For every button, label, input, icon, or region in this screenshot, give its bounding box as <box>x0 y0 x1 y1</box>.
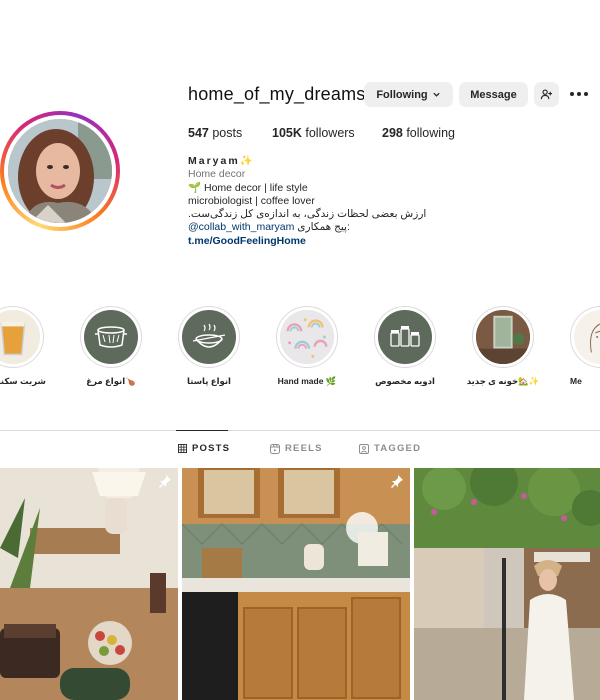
highlight-item[interactable]: Hand made 🌿 <box>276 306 338 386</box>
chevron-down-icon <box>433 92 440 97</box>
sketch-portrait-icon <box>574 310 600 364</box>
highlight-item[interactable]: انواع مرغ🍗 <box>80 306 142 386</box>
tab-posts-label: POSTS <box>192 443 231 454</box>
followers-count[interactable]: 105K followers <box>272 126 355 140</box>
following-button[interactable]: Following <box>364 82 453 107</box>
highlight-label: انواع پاستا <box>187 376 231 386</box>
following-count[interactable]: 298 following <box>382 126 455 140</box>
post-tile[interactable] <box>182 468 410 700</box>
more-options-icon[interactable] <box>570 88 588 100</box>
tab-tagged[interactable]: TAGGED <box>359 443 421 454</box>
tagged-icon <box>359 443 369 454</box>
highlight-item[interactable]: Me <box>570 306 600 386</box>
following-button-label: Following <box>376 88 428 101</box>
tab-tagged-label: TAGGED <box>374 443 422 454</box>
highlight-label: Hand made 🌿 <box>277 376 337 386</box>
spice-jars-icon <box>378 310 432 364</box>
highlight-item[interactable]: شربت سکنجبین <box>0 306 46 386</box>
profile-display-name: Maryam✨ <box>188 155 255 167</box>
post-image <box>414 468 600 700</box>
highlight-label: انواع مرغ🍗 <box>86 376 136 386</box>
message-button-label: Message <box>470 88 517 101</box>
suggested-accounts-button[interactable] <box>534 82 559 107</box>
post-tile[interactable] <box>414 468 600 700</box>
highlight-label: خونه ی جدید🏡✨ <box>466 376 540 386</box>
highlight-label: ادویه مخصوص <box>375 376 435 386</box>
avatar-ring-gap <box>4 115 116 227</box>
profile-bio: Maryam✨ Home decor 🌱 Home decor | life s… <box>188 155 426 248</box>
pasta-bowl-icon <box>182 310 236 364</box>
highlight-label: شربت سکنجبین <box>0 376 46 386</box>
tab-posts[interactable]: POSTS <box>178 443 230 454</box>
collab-mention-link[interactable]: @collab_with_maryam <box>188 221 294 233</box>
highlight-item[interactable]: خونه ی جدید🏡✨ <box>467 306 539 386</box>
tab-reels[interactable]: REELS <box>270 443 323 454</box>
rainbow-pattern-icon <box>280 310 334 364</box>
highlight-item[interactable]: انواع پاستا <box>178 306 240 386</box>
highlight-label: Me <box>570 376 582 386</box>
add-user-icon <box>540 89 553 100</box>
profile-category: Home decor <box>188 168 246 181</box>
post-image <box>0 468 178 700</box>
post-image <box>182 468 410 700</box>
highlight-item[interactable]: ادویه مخصوص <box>374 306 436 386</box>
avatar-photo <box>8 119 112 223</box>
bio-line-4-prefix: پیج همکاری: <box>297 221 350 234</box>
pin-icon <box>391 475 403 488</box>
bio-line-1: 🌱 Home decor | life style <box>188 181 308 194</box>
profile-external-link[interactable]: t.me/GoodFeelingHome <box>188 235 426 248</box>
tab-reels-label: REELS <box>285 443 323 454</box>
tabs-divider <box>0 430 600 431</box>
posts-count: 547 posts <box>188 126 243 140</box>
active-tab-indicator <box>176 430 228 431</box>
bio-line-2: microbiologist | coffee lover <box>188 194 315 207</box>
bio-line-3: ارزش بعضی لحظات زندگی، به اندازه‌ی کل زن… <box>188 208 427 221</box>
bio-line-4: @collab_with_maryam پیج همکاری: <box>188 221 426 234</box>
post-tile[interactable] <box>0 468 178 700</box>
profile-username: home_of_my_dreams__ <box>188 84 386 104</box>
pot-icon <box>84 310 138 364</box>
grid-icon <box>178 444 187 453</box>
profile-avatar[interactable] <box>0 111 120 231</box>
pin-icon <box>159 475 171 488</box>
message-button[interactable]: Message <box>459 82 528 107</box>
room-photo-icon <box>476 310 530 364</box>
reels-icon <box>270 443 280 454</box>
drink-glass-icon <box>0 310 40 364</box>
